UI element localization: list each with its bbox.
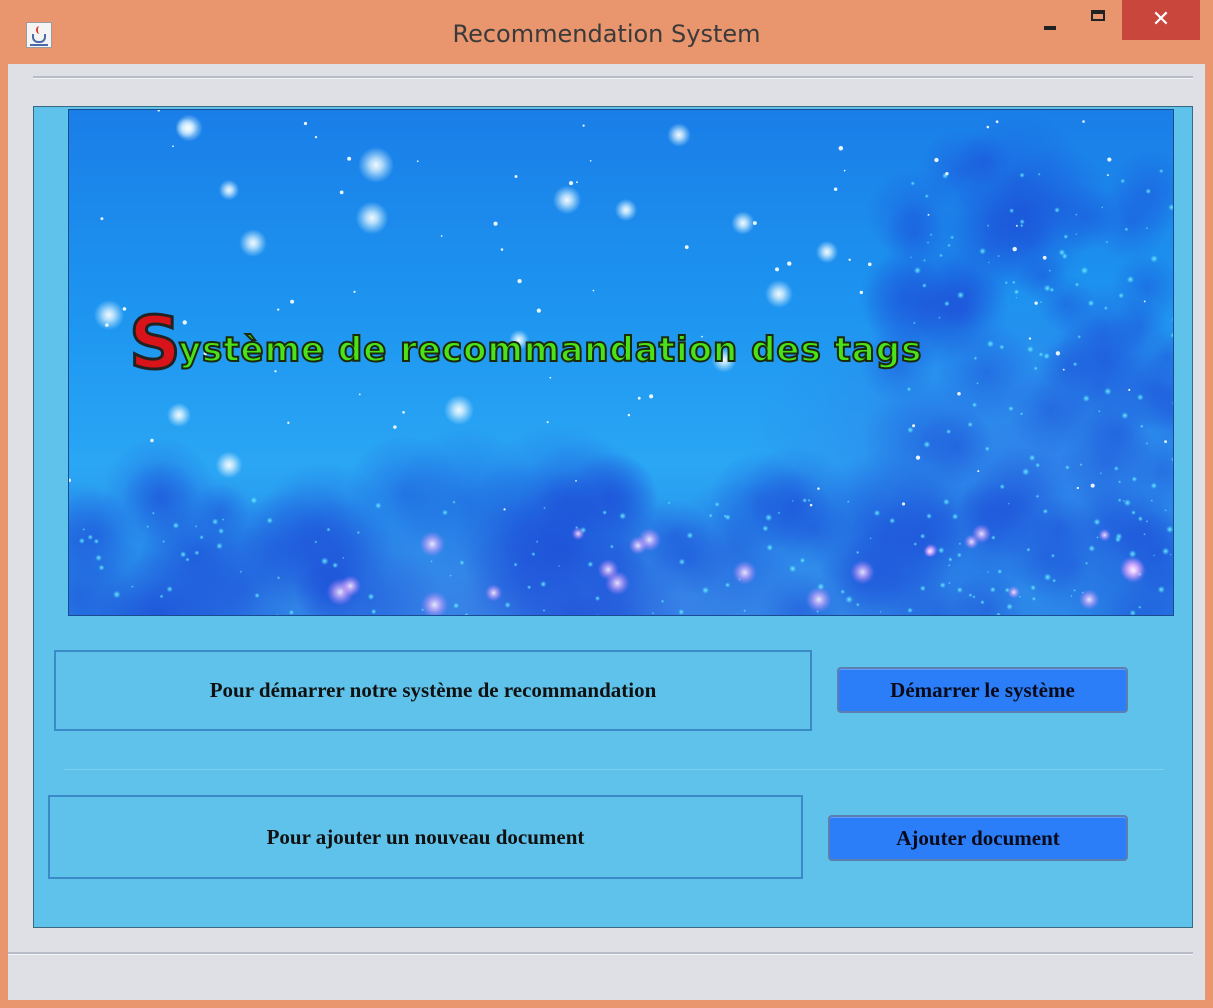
app-window: Recommendation System ✕ Système de recom… bbox=[0, 0, 1213, 1008]
close-button[interactable]: ✕ bbox=[1122, 0, 1200, 40]
start-system-description: Pour démarrer notre système de recommand… bbox=[54, 650, 812, 731]
bottom-separator bbox=[8, 952, 1193, 955]
main-panel: Système de recommandation des tags Pour … bbox=[33, 106, 1193, 928]
add-document-description: Pour ajouter un nouveau document bbox=[48, 795, 803, 879]
start-system-label: Pour démarrer notre système de recommand… bbox=[209, 678, 657, 702]
start-system-button[interactable]: Démarrer le système bbox=[837, 667, 1128, 713]
maximize-button[interactable] bbox=[1078, 0, 1118, 40]
add-document-button[interactable]: Ajouter document bbox=[828, 815, 1128, 861]
window-content: Système de recommandation des tags Pour … bbox=[8, 64, 1205, 1000]
minimize-icon bbox=[1044, 26, 1056, 30]
title-bar[interactable]: Recommendation System ✕ bbox=[0, 0, 1213, 64]
banner-title: Système de recommandation des tags bbox=[128, 301, 923, 385]
top-separator bbox=[33, 76, 1193, 79]
minimize-button[interactable] bbox=[1030, 0, 1070, 40]
row-separator bbox=[64, 769, 1164, 770]
add-document-button-label: Ajouter document bbox=[896, 825, 1060, 850]
banner-image: Système de recommandation des tags bbox=[68, 109, 1174, 616]
start-system-button-label: Démarrer le système bbox=[890, 677, 1075, 702]
add-document-label: Pour ajouter un nouveau document bbox=[266, 824, 585, 849]
close-icon: ✕ bbox=[1151, 6, 1171, 31]
maximize-icon bbox=[1091, 10, 1105, 21]
banner-title-initial: S bbox=[128, 301, 183, 385]
banner-title-text: ystème de recommandation des tags bbox=[178, 329, 923, 371]
